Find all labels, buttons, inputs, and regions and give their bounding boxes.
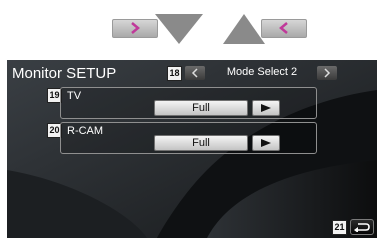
mode-select-label: Mode Select 2 xyxy=(226,66,298,78)
setting-row-tv: TV Full xyxy=(60,87,317,119)
return-icon xyxy=(354,223,370,232)
title-bar: Monitor SETUP 18 Mode Select 2 xyxy=(7,62,377,84)
play-arrow-icon xyxy=(261,139,271,147)
tv-display-mode-button[interactable]: Full xyxy=(154,100,248,116)
callout-marker: 21 xyxy=(332,220,347,235)
chevron-left-icon xyxy=(191,68,198,78)
page-title: Monitor SETUP xyxy=(12,65,117,82)
previous-page-button[interactable] xyxy=(112,19,158,38)
setting-label: TV xyxy=(67,90,82,102)
setting-row-rcam: R-CAM Full xyxy=(60,122,317,154)
chevron-right-icon xyxy=(131,22,140,34)
mode-previous-button[interactable] xyxy=(185,66,205,80)
next-page-button[interactable] xyxy=(261,19,307,38)
rcam-mode-change-button[interactable] xyxy=(252,135,280,151)
triangle-down-icon[interactable] xyxy=(155,14,203,44)
return-button[interactable] xyxy=(350,219,374,235)
monitor-setup-screen: Monitor SETUP 18 Mode Select 2 19 TV Ful… xyxy=(7,60,377,238)
page-navigation-bar xyxy=(0,0,391,56)
setting-label: R-CAM xyxy=(67,125,104,137)
chevron-right-icon xyxy=(324,68,331,78)
triangle-up-icon[interactable] xyxy=(223,14,265,44)
mode-next-button[interactable] xyxy=(317,66,337,80)
chevron-left-icon xyxy=(279,22,288,34)
tv-mode-change-button[interactable] xyxy=(252,100,280,116)
play-arrow-icon xyxy=(261,104,271,112)
rcam-display-mode-button[interactable]: Full xyxy=(154,135,248,151)
callout-marker: 18 xyxy=(167,66,182,81)
